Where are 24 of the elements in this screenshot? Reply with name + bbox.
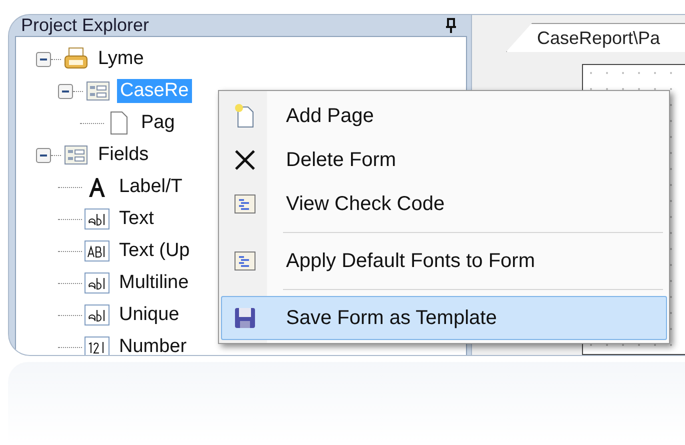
- menu-item[interactable]: Add Page: [221, 94, 667, 138]
- tree-item[interactable]: Number: [116, 335, 190, 355]
- tree-item[interactable]: Lyme: [95, 47, 147, 71]
- textbox-icon: [84, 270, 110, 296]
- uppercase-textbox-icon: [84, 238, 110, 264]
- tree-item[interactable]: Fields: [95, 143, 152, 167]
- menu-item[interactable]: Delete Form: [221, 138, 667, 182]
- tree-item[interactable]: Label/T: [116, 175, 186, 199]
- collapse-toggle[interactable]: [58, 84, 73, 98]
- textbox-icon: [84, 206, 110, 232]
- tree-item[interactable]: Text: [116, 207, 157, 231]
- textbox-icon: [84, 302, 110, 328]
- menu-item[interactable]: Save Form as Template: [221, 296, 667, 340]
- tree-item[interactable]: Unique: [116, 303, 182, 327]
- tree-item[interactable]: Multiline: [116, 271, 192, 295]
- tree-item[interactable]: Text (Up: [116, 239, 193, 263]
- collapse-toggle[interactable]: [36, 52, 51, 66]
- document-tab[interactable]: CaseReport\Pa: [506, 23, 685, 52]
- menu-item[interactable]: Apply Default Fonts to Form: [221, 239, 667, 283]
- menu-item[interactable]: View Check Code: [221, 182, 667, 226]
- pin-icon[interactable]: [445, 18, 457, 34]
- collapse-toggle[interactable]: [36, 148, 51, 162]
- tree-item[interactable]: Pag: [138, 111, 178, 135]
- panel-title: Project Explorer: [21, 15, 150, 36]
